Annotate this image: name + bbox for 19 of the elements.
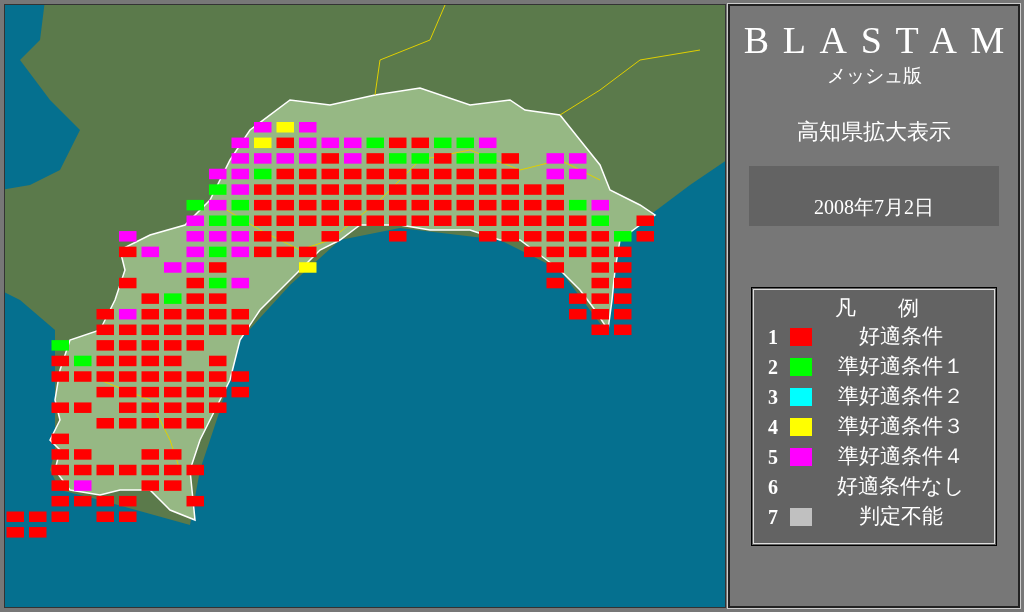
app-title: BLASTAM xyxy=(742,18,1018,62)
legend-number: 4 xyxy=(768,415,779,440)
date-label: 2008年7月2日 xyxy=(814,195,934,220)
legend-number: 7 xyxy=(768,505,779,530)
subtitle: メッシュ版 xyxy=(826,64,922,88)
legend-label: 好適条件 xyxy=(858,323,944,351)
legend-label: 準好適条件３ xyxy=(837,413,965,441)
legend-label: 準好適条件２ xyxy=(837,383,965,411)
legend-number: 5 xyxy=(768,445,779,470)
legend-label: 準好適条件４ xyxy=(837,443,965,471)
legend-title: 凡 例 xyxy=(834,295,919,322)
legend-label: 好適条件なし xyxy=(836,473,966,501)
legend-label: 準好適条件１ xyxy=(837,353,965,381)
legend-number: 3 xyxy=(768,385,779,410)
legend-number: 2 xyxy=(768,355,779,380)
legend-number: 6 xyxy=(768,475,779,500)
legend-label: 判定不能 xyxy=(858,503,944,531)
legend-number: 1 xyxy=(768,325,779,350)
region-label: 高知県拡大表示 xyxy=(797,118,951,146)
